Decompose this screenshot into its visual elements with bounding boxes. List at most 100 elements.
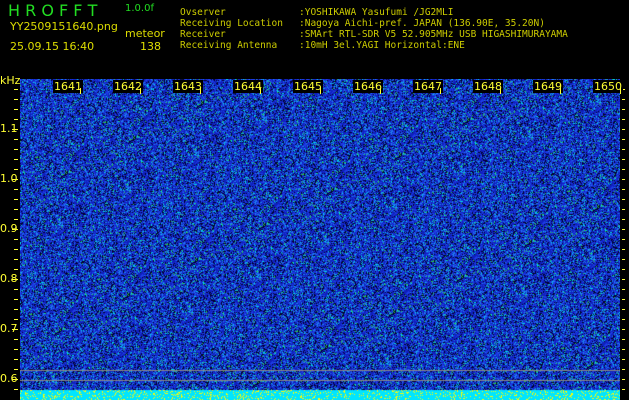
y-tick xyxy=(14,259,18,260)
y-tick xyxy=(12,229,18,230)
time-tick xyxy=(440,88,441,94)
time-label: 1648 xyxy=(473,80,503,93)
y-tick xyxy=(622,339,625,340)
info-label: Receiver xyxy=(180,29,226,40)
time-label: 1647 xyxy=(413,80,443,93)
time-label: 1644 xyxy=(233,80,263,93)
y-tick xyxy=(14,109,18,110)
y-tick xyxy=(622,179,625,180)
info-value: :SMArt RTL-SDR V5 52.905MHz USB HIGASHIM… xyxy=(299,29,568,40)
y-tick xyxy=(622,279,625,280)
spectrogram-canvas xyxy=(20,79,620,400)
time-label: 1645 xyxy=(293,80,323,93)
y-tick xyxy=(14,199,18,200)
version-label: 1.0.0f xyxy=(125,3,154,14)
y-tick xyxy=(622,369,625,370)
time-label: 1646 xyxy=(353,80,383,93)
y-tick xyxy=(622,349,625,350)
info-value: :Nagoya Aichi-pref. JAPAN (136.90E, 35.2… xyxy=(299,18,545,29)
y-tick xyxy=(14,249,18,250)
time-tick xyxy=(380,88,381,94)
y-tick xyxy=(14,139,18,140)
y-tick xyxy=(14,269,18,270)
info-value: :YOSHIKAWA Yasufumi /JG2MLI xyxy=(299,7,454,18)
y-tick xyxy=(12,179,18,180)
y-tick xyxy=(14,89,18,90)
y-tick xyxy=(622,269,625,270)
y-tick xyxy=(622,149,625,150)
info-label: Ovserver xyxy=(180,7,226,18)
y-tick xyxy=(14,209,18,210)
y-tick xyxy=(622,259,625,260)
y-tick xyxy=(14,239,18,240)
y-tick xyxy=(622,199,625,200)
y-tick xyxy=(622,219,625,220)
y-tick xyxy=(14,289,18,290)
y-tick xyxy=(622,99,625,100)
info-row-location: Receiving Location :Nagoya Aichi-pref. JA… xyxy=(180,18,545,30)
y-tick xyxy=(622,299,625,300)
y-tick xyxy=(14,169,18,170)
y-tick xyxy=(622,319,625,320)
y-tick xyxy=(622,289,625,290)
y-tick xyxy=(14,159,18,160)
time-tick xyxy=(320,88,321,94)
y-tick xyxy=(622,139,625,140)
info-row-receiver: Receiver :SMArt RTL-SDR V5 52.905MHz USB … xyxy=(180,29,568,41)
y-unit-label: kHz xyxy=(0,74,21,87)
y-tick xyxy=(622,359,625,360)
y-tick xyxy=(14,299,18,300)
info-value: :10mH 3el.YAGI Horizontal:ENE xyxy=(299,40,465,51)
app-title: H R O F F T xyxy=(8,1,98,20)
info-label: Receiving Location xyxy=(180,18,283,29)
y-tick xyxy=(622,249,625,250)
y-tick xyxy=(12,329,18,330)
y-tick xyxy=(14,99,18,100)
y-tick xyxy=(622,119,625,120)
y-tick xyxy=(14,309,18,310)
y-tick xyxy=(622,109,625,110)
time-tick xyxy=(200,88,201,94)
y-tick xyxy=(14,219,18,220)
time-tick xyxy=(80,88,81,94)
time-label: 1641 xyxy=(53,80,83,93)
y-tick xyxy=(12,279,18,280)
time-label: 1649 xyxy=(533,80,563,93)
y-tick xyxy=(622,189,625,190)
y-tick xyxy=(622,209,625,210)
time-tick xyxy=(620,88,621,94)
y-tick xyxy=(622,159,625,160)
time-label: 1643 xyxy=(173,80,203,93)
time-tick xyxy=(560,88,561,94)
y-tick xyxy=(14,189,18,190)
y-tick xyxy=(622,389,625,390)
y-tick xyxy=(12,379,18,380)
time-label: 1650 xyxy=(593,80,623,93)
y-tick xyxy=(14,389,18,390)
y-tick xyxy=(622,329,625,330)
y-tick xyxy=(14,319,18,320)
filename-label: YY2509151640.png xyxy=(10,20,118,33)
y-tick xyxy=(14,339,18,340)
info-row-observer: Ovserver :YOSHIKAWA Yasufumi /JG2MLI xyxy=(180,7,453,19)
time-label: 1642 xyxy=(113,80,143,93)
y-tick xyxy=(14,149,18,150)
y-tick xyxy=(622,309,625,310)
y-tick xyxy=(622,129,625,130)
y-tick xyxy=(14,119,18,120)
y-tick xyxy=(14,359,18,360)
y-tick xyxy=(622,239,625,240)
y-tick xyxy=(14,369,18,370)
mode-label: meteor xyxy=(125,27,165,40)
datetime-label: 25.09.15 16:40 xyxy=(10,40,95,53)
info-label: Receiving Antenna xyxy=(180,40,278,51)
y-tick xyxy=(14,349,18,350)
time-tick xyxy=(500,88,501,94)
y-tick xyxy=(622,169,625,170)
info-row-antenna: Receiving Antenna :10mH 3el.YAGI Horizont… xyxy=(180,40,465,52)
time-tick xyxy=(140,88,141,94)
time-tick xyxy=(260,88,261,94)
count-label: 138 xyxy=(140,40,161,53)
y-tick xyxy=(622,379,625,380)
y-tick xyxy=(12,129,18,130)
